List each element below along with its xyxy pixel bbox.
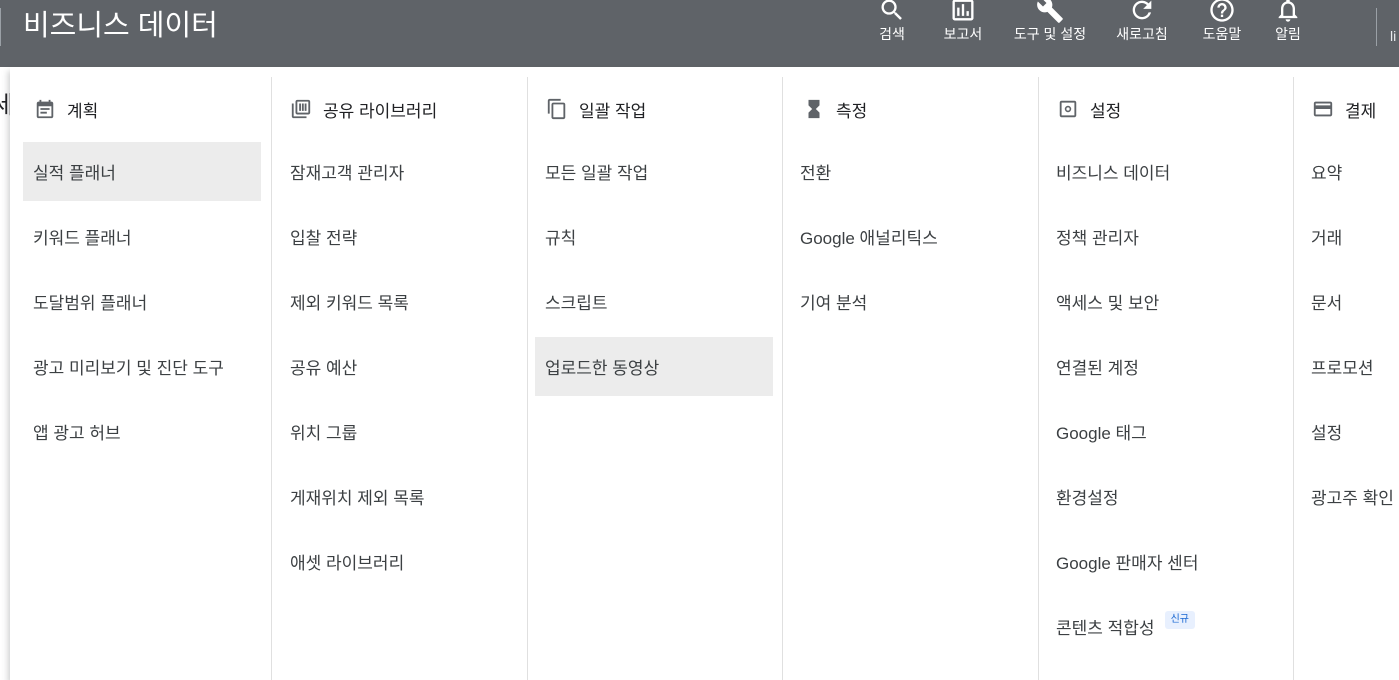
menu-item-documents[interactable]: 문서 xyxy=(1301,272,1399,331)
refresh-button-label: 새로고침 xyxy=(1116,26,1168,42)
search-icon xyxy=(881,0,902,20)
tools-menu-panel: 계획 실적 플래너 키워드 플래너 도달범위 플래너 광고 미리보기 및 진단 … xyxy=(10,67,1399,680)
menu-item-all-bulk-actions[interactable]: 모든 일괄 작업 xyxy=(535,142,773,201)
notifications-button-label: 알림 xyxy=(1275,26,1301,42)
menu-item-reach-planner[interactable]: 도달범위 플래너 xyxy=(23,272,261,331)
search-button[interactable]: 검색 xyxy=(870,0,914,67)
tools-settings-button-label: 도구 및 설정 xyxy=(1013,26,1087,42)
menu-item-google-tag[interactable]: Google 태그 xyxy=(1046,402,1284,461)
help-button[interactable]: 도움말 xyxy=(1196,0,1248,67)
wrench-icon xyxy=(1037,0,1063,23)
column-header-measurement: 측정 xyxy=(803,95,867,123)
column-header-billing: 결제 xyxy=(1312,95,1376,123)
column-header-planning: 계획 xyxy=(34,95,98,123)
menu-item-advertiser-verification[interactable]: 광고주 확인 xyxy=(1301,467,1399,526)
column-title: 계획 xyxy=(67,101,99,121)
reports-button[interactable]: 보고서 xyxy=(936,0,990,67)
top-app-bar: 비즈니스 데이터 검색 보고서 도구 및 설정 새로고침 도움말 알림 li xyxy=(0,0,1399,67)
menu-item-billing-settings[interactable]: 설정 xyxy=(1301,402,1399,461)
menu-column-bulk-actions: 일괄 작업 모든 일괄 작업 규칙 스크립트 업로드한 동영상 xyxy=(527,77,782,680)
column-title: 설정 xyxy=(1090,101,1122,121)
menu-item-google-analytics[interactable]: Google 애널리틱스 xyxy=(790,207,1028,266)
reports-button-label: 보고서 xyxy=(943,26,983,42)
column-title: 측정 xyxy=(836,101,868,121)
menu-item-audience-manager[interactable]: 잠재고객 관리자 xyxy=(280,142,518,201)
column-title: 공유 라이브러리 xyxy=(323,101,438,121)
menu-item-content-suitability[interactable]: 콘텐츠 적합성 신규 xyxy=(1046,597,1284,656)
menu-item-access-security[interactable]: 액세스 및 보안 xyxy=(1046,272,1284,331)
column-title: 결제 xyxy=(1345,101,1377,121)
menu-item-preferences[interactable]: 환경설정 xyxy=(1046,467,1284,526)
menu-item-summary[interactable]: 요약 xyxy=(1301,142,1399,201)
menu-item-rules[interactable]: 규칙 xyxy=(535,207,773,266)
menu-column-setup: 설정 비즈니스 데이터 정책 관리자 액세스 및 보안 연결된 계정 Googl… xyxy=(1038,77,1293,680)
tools-settings-button[interactable]: 도구 및 설정 xyxy=(1012,0,1088,67)
help-icon xyxy=(1210,0,1234,22)
menu-item-performance-planner[interactable]: 실적 플래너 xyxy=(23,142,261,201)
menu-column-shared-library: 공유 라이브러리 잠재고객 관리자 입찰 전략 제외 키워드 목록 공유 예산 … xyxy=(271,77,527,680)
menu-item-bid-strategies[interactable]: 입찰 전략 xyxy=(280,207,518,266)
menu-item-placement-exclusion-lists[interactable]: 게재위치 제외 목록 xyxy=(280,467,518,526)
menu-item-merchant-center[interactable]: Google 판매자 센터 xyxy=(1046,532,1284,591)
menu-item-app-ads-hub[interactable]: 앱 광고 허브 xyxy=(23,402,261,461)
notifications-button[interactable]: 알림 xyxy=(1268,0,1308,67)
settings-icon xyxy=(1059,100,1077,118)
reports-icon xyxy=(952,0,974,21)
bell-icon xyxy=(1278,0,1298,22)
menu-item-linked-accounts[interactable]: 연결된 계정 xyxy=(1046,337,1284,396)
column-title: 일괄 작업 xyxy=(579,101,647,121)
copy-icon xyxy=(547,98,566,120)
calendar-icon xyxy=(36,99,54,119)
page-title: 비즈니스 데이터 xyxy=(23,10,218,42)
menu-item-negative-keyword-lists[interactable]: 제외 키워드 목록 xyxy=(280,272,518,331)
menu-item-asset-library[interactable]: 애셋 라이브러리 xyxy=(280,532,518,591)
account-label[interactable]: li xyxy=(1390,28,1396,44)
refresh-button[interactable]: 새로고침 xyxy=(1110,0,1174,67)
hourglass-icon xyxy=(808,99,820,119)
menu-item-scripts[interactable]: 스크립트 xyxy=(535,272,773,331)
search-button-label: 검색 xyxy=(879,26,905,42)
menu-item-promotions[interactable]: 프로모션 xyxy=(1301,337,1399,396)
help-button-label: 도움말 xyxy=(1202,26,1242,42)
menu-item-ad-preview-diagnosis[interactable]: 광고 미리보기 및 진단 도구 xyxy=(23,337,261,396)
refresh-icon xyxy=(1132,0,1152,20)
library-icon xyxy=(291,99,311,119)
menu-column-billing: 결제 요약 거래 문서 프로모션 설정 광고주 확인 xyxy=(1293,77,1399,680)
header-divider xyxy=(0,8,1,46)
menu-item-conversions[interactable]: 전환 xyxy=(790,142,1028,201)
menu-item-keyword-planner[interactable]: 키워드 플래너 xyxy=(23,207,261,266)
column-header-bulk-actions: 일괄 작업 xyxy=(546,95,646,123)
menu-column-planning: 계획 실적 플래너 키워드 플래너 도달범위 플래너 광고 미리보기 및 진단 … xyxy=(10,77,271,680)
menu-item-location-groups[interactable]: 위치 그룹 xyxy=(280,402,518,461)
column-header-shared-library: 공유 라이브러리 xyxy=(290,95,437,123)
menu-item-policy-manager[interactable]: 정책 관리자 xyxy=(1046,207,1284,266)
column-header-setup: 설정 xyxy=(1057,95,1121,123)
menu-item-business-data[interactable]: 비즈니스 데이터 xyxy=(1046,142,1284,201)
menu-item-attribution[interactable]: 기여 분석 xyxy=(790,272,1028,331)
new-badge: 신규 xyxy=(1164,610,1195,629)
menu-item-transactions[interactable]: 거래 xyxy=(1301,207,1399,266)
credit-card-icon xyxy=(1313,101,1333,117)
menu-item-shared-budgets[interactable]: 공유 예산 xyxy=(280,337,518,396)
menu-item-uploaded-videos[interactable]: 업로드한 동영상 xyxy=(535,337,773,396)
menu-column-measurement: 측정 전환 Google 애널리틱스 기여 분석 xyxy=(782,77,1038,680)
header-divider-right xyxy=(1376,8,1377,46)
